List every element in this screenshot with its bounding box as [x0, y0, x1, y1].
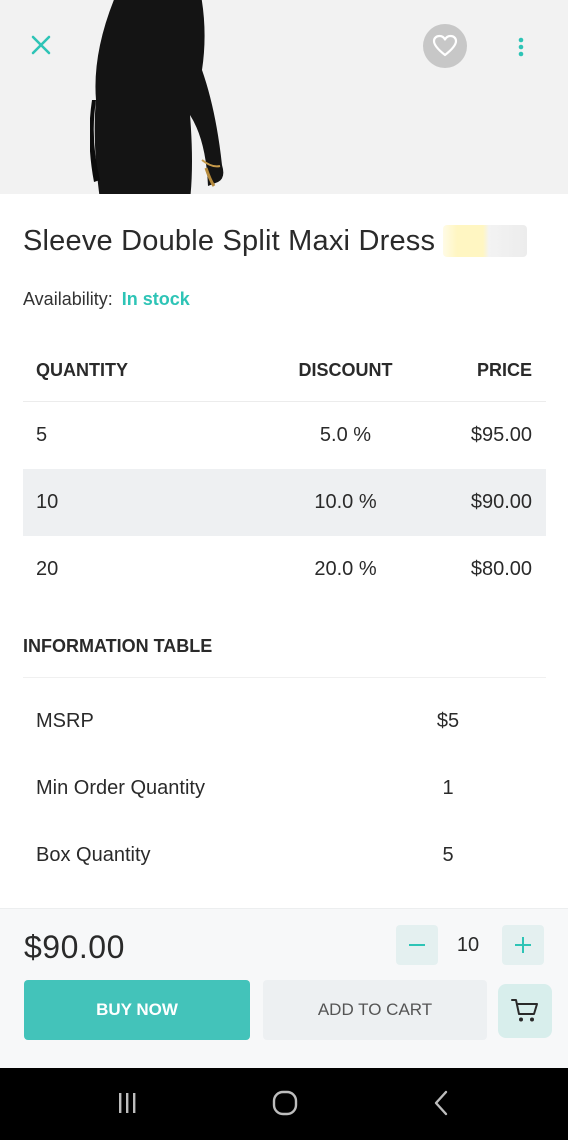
discount-row-selected[interactable]: 10 10.0 % $90.00	[23, 469, 546, 536]
back-button[interactable]	[428, 1089, 456, 1117]
availability-status: In stock	[121, 289, 190, 309]
recent-apps-button[interactable]	[114, 1090, 140, 1116]
product-title-row: Sleeve Double Split Maxi Dress	[23, 218, 548, 264]
header-quantity: QUANTITY	[36, 360, 128, 380]
info-value: 5	[442, 844, 454, 866]
purchase-bar: $90.00 10 BUY NOW ADD TO CART	[0, 908, 568, 1068]
home-icon	[272, 1090, 298, 1116]
title-badge-placeholder	[443, 225, 528, 257]
product-photo-dress	[90, 0, 224, 194]
buy-now-button[interactable]: BUY NOW	[24, 980, 250, 1040]
row-quantity: 20	[36, 558, 59, 580]
info-label: MSRP	[36, 710, 94, 732]
info-label: Box Quantity	[36, 844, 151, 866]
home-button[interactable]	[271, 1089, 299, 1117]
product-detail-screen: Sleeve Double Split Maxi Dress Availabil…	[0, 0, 568, 1140]
discount-row[interactable]: 5 5.0 % $95.00	[23, 402, 546, 469]
availability: Availability: In stock	[23, 289, 190, 310]
info-row: MSRP $5	[23, 688, 546, 755]
row-price: $95.00	[470, 424, 532, 446]
divider	[23, 677, 546, 678]
heart-icon	[432, 34, 458, 57]
row-discount: 20.0 %	[314, 558, 377, 580]
product-title: Sleeve Double Split Maxi Dress	[23, 224, 436, 257]
info-value: $5	[436, 710, 460, 732]
quantity-input[interactable]: 10	[442, 925, 494, 965]
availability-label: Availability:	[23, 289, 113, 309]
row-discount: 10.0 %	[314, 491, 377, 513]
system-navigation-bar	[0, 1068, 568, 1140]
cart-icon	[511, 999, 538, 1022]
header-discount: DISCOUNT	[298, 360, 393, 380]
add-to-cart-button[interactable]: ADD TO CART	[263, 980, 487, 1040]
close-button[interactable]	[24, 28, 58, 62]
information-table: MSRP $5 Min Order Quantity 1 Box Quantit…	[23, 688, 546, 889]
row-price: $90.00	[470, 491, 532, 513]
info-value: 1	[442, 777, 454, 799]
favorite-button[interactable]	[423, 24, 467, 68]
row-quantity: 10	[36, 491, 59, 513]
row-quantity: 5	[36, 424, 48, 446]
info-row: Box Quantity 5	[23, 822, 546, 889]
more-options-button[interactable]	[508, 30, 534, 64]
row-discount: 5.0 %	[319, 424, 372, 446]
close-icon	[31, 35, 51, 55]
row-price: $80.00	[470, 558, 532, 580]
cart-button[interactable]	[498, 984, 552, 1038]
info-row: Min Order Quantity 1	[23, 755, 546, 822]
recent-apps-icon	[119, 1093, 136, 1113]
quantity-increase-button[interactable]	[502, 925, 544, 965]
discount-row[interactable]: 20 20.0 % $80.00	[23, 536, 546, 603]
product-image	[0, 0, 568, 194]
discount-table-header: QUANTITY DISCOUNT PRICE	[23, 340, 546, 402]
header-price: PRICE	[476, 360, 532, 380]
information-table-heading: INFORMATION TABLE	[23, 636, 213, 656]
discount-table: QUANTITY DISCOUNT PRICE 5 5.0 % $95.00 1…	[23, 340, 546, 603]
plus-icon	[515, 937, 531, 953]
more-vertical-icon	[518, 37, 524, 57]
minus-icon	[409, 944, 425, 946]
info-label: Min Order Quantity	[36, 777, 205, 799]
total-price: $90.00	[24, 929, 125, 965]
quantity-decrease-button[interactable]	[396, 925, 438, 965]
back-icon	[434, 1090, 448, 1116]
